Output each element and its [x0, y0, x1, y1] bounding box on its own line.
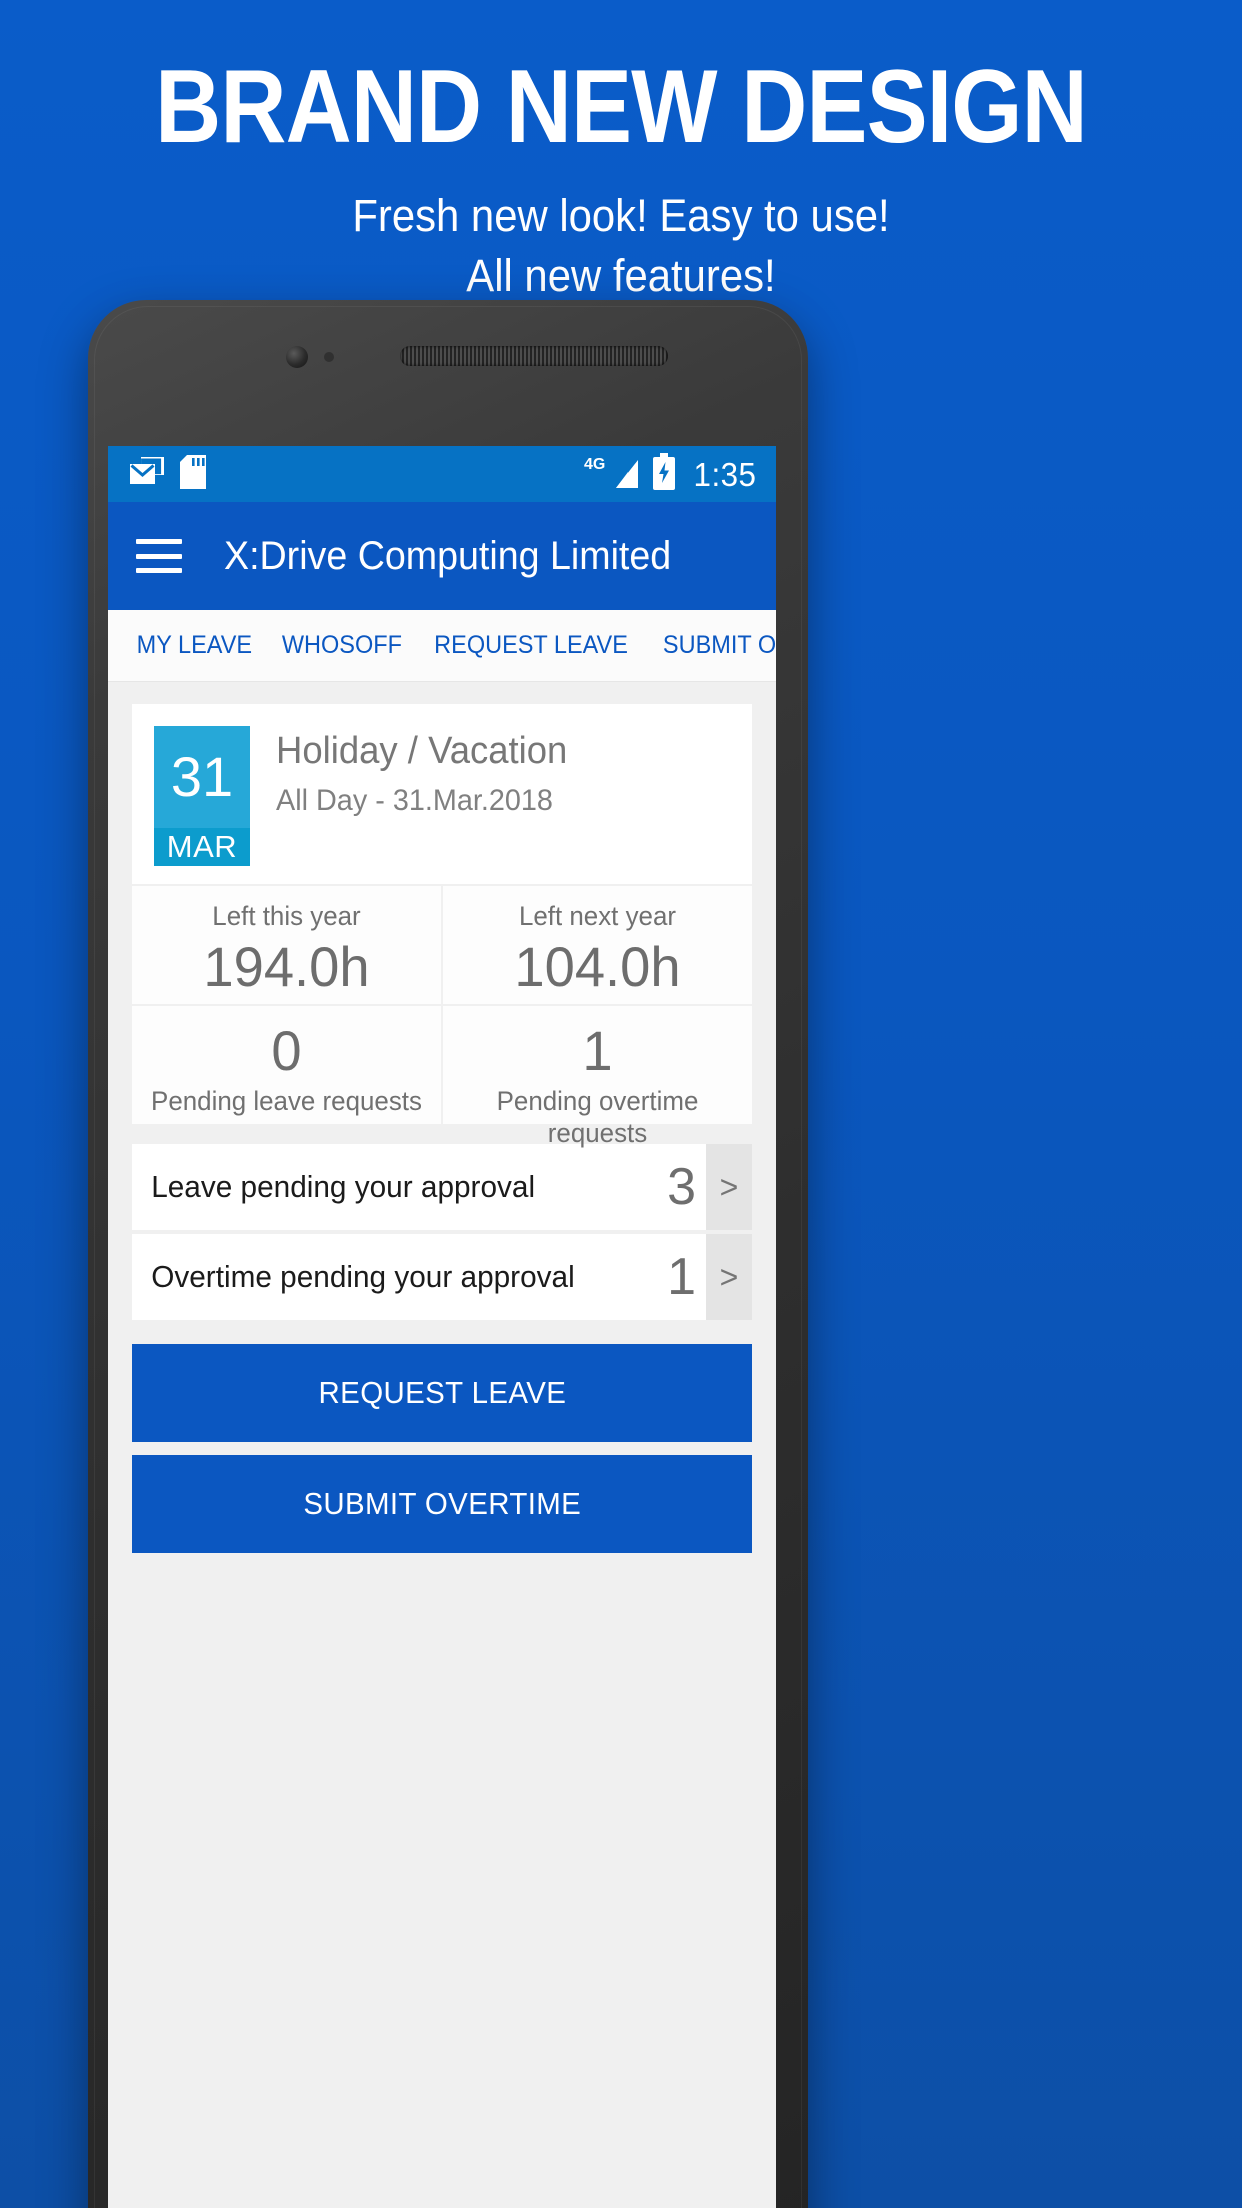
stat-left-next-year: Left next year 104.0h [443, 886, 752, 1004]
approval-count: 3 [667, 1158, 696, 1216]
hamburger-line [136, 568, 182, 573]
stat-label: Left this year [212, 901, 361, 931]
status-bar-left [130, 454, 206, 494]
promo-subline-2: All new features! [466, 249, 776, 301]
date-badge-day: 31 [154, 726, 250, 828]
hamburger-line [136, 553, 182, 559]
approval-label: Overtime pending your approval [151, 1259, 575, 1294]
approval-row-overtime[interactable]: Overtime pending your approval 1 > [132, 1234, 752, 1320]
event-subtitle: All Day - 31.Mar.2018 [276, 783, 553, 817]
tab-bar: MY LEAVE WHOSOFF REQUEST LEAVE SUBMIT OV… [108, 610, 776, 682]
status-bar: 4G 1:35 [108, 446, 776, 502]
tab-my-leave[interactable]: MY LEAVE [126, 633, 262, 658]
event-title: Holiday / Vacation [276, 730, 568, 772]
stat-left-this-year: Left this year 194.0h [132, 886, 441, 1004]
stat-pending-overtime-requests: 1 Pending overtime requests [443, 1006, 752, 1148]
upcoming-event-card[interactable]: 31 MAR Holiday / Vacation All Day - 31.M… [132, 704, 752, 884]
approval-count: 1 [667, 1248, 696, 1306]
tab-request-leave[interactable]: REQUEST LEAVE [423, 633, 637, 658]
stat-value: 1 [582, 1019, 613, 1082]
phone-screen: 4G 1:35 X:Drive Computing Limited MY LEA… [108, 446, 776, 2208]
stat-pending-leave-requests: 0 Pending leave requests [132, 1006, 441, 1124]
stat-value: 0 [271, 1019, 302, 1082]
submit-overtime-button[interactable]: SUBMIT OVERTIME [132, 1455, 752, 1553]
stat-label: Pending overtime requests [496, 1085, 699, 1149]
promo-subheadline: Fresh new look! Easy to use! All new fea… [43, 160, 1198, 306]
app-bar: X:Drive Computing Limited [108, 502, 776, 610]
tab-whosoff[interactable]: WHOSOFF [271, 633, 412, 658]
proximity-sensor-icon [324, 352, 334, 362]
promo-screenshot: BRAND NEW DESIGN Fresh new look! Easy to… [0, 0, 1242, 2208]
earpiece-speaker [400, 346, 668, 366]
stats-grid: Left this year 194.0h Left next year 104… [132, 886, 752, 1148]
mail-icon [130, 456, 164, 492]
promo-headline: BRAND NEW DESIGN [155, 49, 1088, 165]
stat-value: 104.0h [514, 935, 681, 999]
submit-overtime-button-label: SUBMIT OVERTIME [303, 1486, 581, 1521]
promo-header: BRAND NEW DESIGN Fresh new look! Easy to… [0, 0, 1242, 306]
hamburger-line [136, 539, 182, 544]
tab-submit-overtime[interactable]: SUBMIT OVERTIME [652, 633, 776, 658]
action-buttons: REQUEST LEAVE SUBMIT OVERTIME [132, 1344, 752, 1553]
promo-subline-1: Fresh new look! Easy to use! [352, 190, 890, 242]
main-content: 31 MAR Holiday / Vacation All Day - 31.M… [108, 682, 776, 1553]
date-badge: 31 MAR [154, 726, 250, 866]
chevron-right-icon[interactable]: > [706, 1144, 752, 1230]
phone-device-frame: 4G 1:35 X:Drive Computing Limited MY LEA… [88, 300, 808, 2208]
svg-text:4G: 4G [584, 456, 605, 473]
approval-label: Leave pending your approval [151, 1169, 536, 1204]
stat-value: 194.0h [203, 935, 370, 999]
battery-charging-icon [652, 452, 676, 496]
chevron-right-icon[interactable]: > [706, 1234, 752, 1320]
request-leave-button[interactable]: REQUEST LEAVE [132, 1344, 752, 1442]
sd-card-icon [180, 454, 206, 494]
status-bar-right: 4G 1:35 [584, 452, 758, 496]
approval-row-leave[interactable]: Leave pending your approval 3 > [132, 1144, 752, 1230]
hamburger-menu-icon[interactable] [136, 539, 182, 573]
stat-label: Left next year [518, 901, 677, 931]
front-camera-icon [286, 346, 308, 368]
app-bar-title: X:Drive Computing Limited [224, 534, 672, 578]
event-details: Holiday / Vacation All Day - 31.Mar.2018 [276, 726, 579, 818]
approvals-list: Leave pending your approval 3 > Overtime… [132, 1144, 752, 1320]
request-leave-button-label: REQUEST LEAVE [318, 1375, 566, 1410]
signal-bars-icon: 4G [584, 454, 640, 495]
status-bar-clock: 1:35 [693, 455, 757, 493]
date-badge-month: MAR [154, 828, 250, 866]
stat-label: Pending leave requests [151, 1085, 422, 1116]
